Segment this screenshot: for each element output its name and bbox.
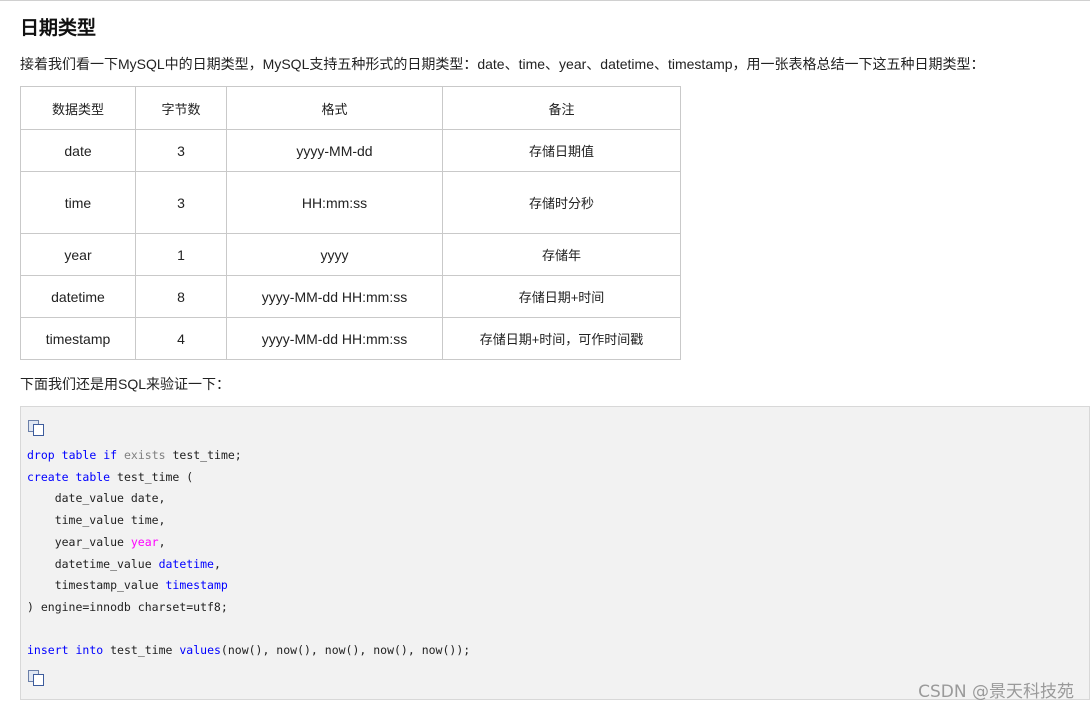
code-content: drop table if exists test_time; create t… bbox=[27, 445, 470, 662]
table-row: time 3 HH:mm:ss 存储时分秒 bbox=[20, 171, 681, 234]
outro-paragraph: 下面我们还是用SQL来验证一下： bbox=[20, 376, 231, 392]
cell-note: 存储日期+时间 bbox=[442, 275, 681, 318]
section-heading: 日期类型 bbox=[20, 18, 97, 39]
code-line: create table test_time ( bbox=[27, 469, 194, 484]
cell-type: year bbox=[20, 233, 136, 276]
header-data-type: 数据类型 bbox=[20, 86, 136, 130]
code-line: year_value year, bbox=[27, 534, 166, 549]
table-row: datetime 8 yyyy-MM-dd HH:mm:ss 存储日期+时间 bbox=[20, 275, 681, 318]
code-line: drop table if exists test_time; bbox=[27, 448, 242, 462]
cell-bytes: 1 bbox=[135, 233, 227, 276]
cell-format: yyyy-MM-dd HH:mm:ss bbox=[226, 317, 443, 360]
cell-bytes: 8 bbox=[135, 275, 227, 318]
cell-type: date bbox=[20, 129, 136, 172]
table-row: date 3 yyyy-MM-dd 存储日期值 bbox=[20, 129, 681, 172]
cell-bytes: 3 bbox=[135, 171, 227, 234]
table-header-row: 数据类型 字节数 格式 备注 bbox=[20, 86, 681, 130]
table-row: timestamp 4 yyyy-MM-dd HH:mm:ss 存储日期+时间，… bbox=[20, 317, 681, 360]
intro-paragraph: 接着我们看一下MySQL中的日期类型，MySQL支持五种形式的日期类型：date… bbox=[20, 56, 985, 72]
cell-format: HH:mm:ss bbox=[226, 171, 443, 234]
header-note: 备注 bbox=[442, 86, 681, 130]
code-line: time_value time, bbox=[27, 513, 166, 528]
cell-type: time bbox=[20, 171, 136, 234]
cell-bytes: 3 bbox=[135, 129, 227, 172]
cell-note: 存储年 bbox=[442, 233, 681, 276]
watermark: CSDN @景天科技苑 bbox=[918, 682, 1074, 702]
code-line: timestamp_value timestamp bbox=[27, 578, 228, 593]
cell-note: 存储时分秒 bbox=[442, 171, 681, 234]
cell-type: datetime bbox=[20, 275, 136, 318]
cell-format: yyyy bbox=[226, 233, 443, 276]
cell-format: yyyy-MM-dd bbox=[226, 129, 443, 172]
cell-note: 存储日期+时间，可作时间戳 bbox=[442, 317, 681, 360]
header-bytes: 字节数 bbox=[135, 86, 227, 130]
cell-bytes: 4 bbox=[135, 317, 227, 360]
date-types-table: 数据类型 字节数 格式 备注 date 3 yyyy-MM-dd 存储日期值 t… bbox=[20, 86, 681, 360]
code-line: insert into test_time values(now(), now(… bbox=[27, 643, 471, 658]
cell-note: 存储日期值 bbox=[442, 129, 681, 172]
copy-code-icon[interactable] bbox=[28, 420, 44, 436]
cell-type: timestamp bbox=[20, 317, 136, 360]
cell-format: yyyy-MM-dd HH:mm:ss bbox=[226, 275, 443, 318]
header-format: 格式 bbox=[226, 86, 443, 130]
code-line: ) engine=innodb charset=utf8; bbox=[27, 599, 228, 614]
code-line: datetime_value datetime, bbox=[27, 556, 221, 571]
table-row: year 1 yyyy 存储年 bbox=[20, 233, 681, 276]
code-block: drop table if exists test_time; create t… bbox=[20, 406, 1090, 700]
copy-code-icon[interactable] bbox=[28, 670, 44, 686]
code-line: date_value date, bbox=[27, 491, 166, 506]
